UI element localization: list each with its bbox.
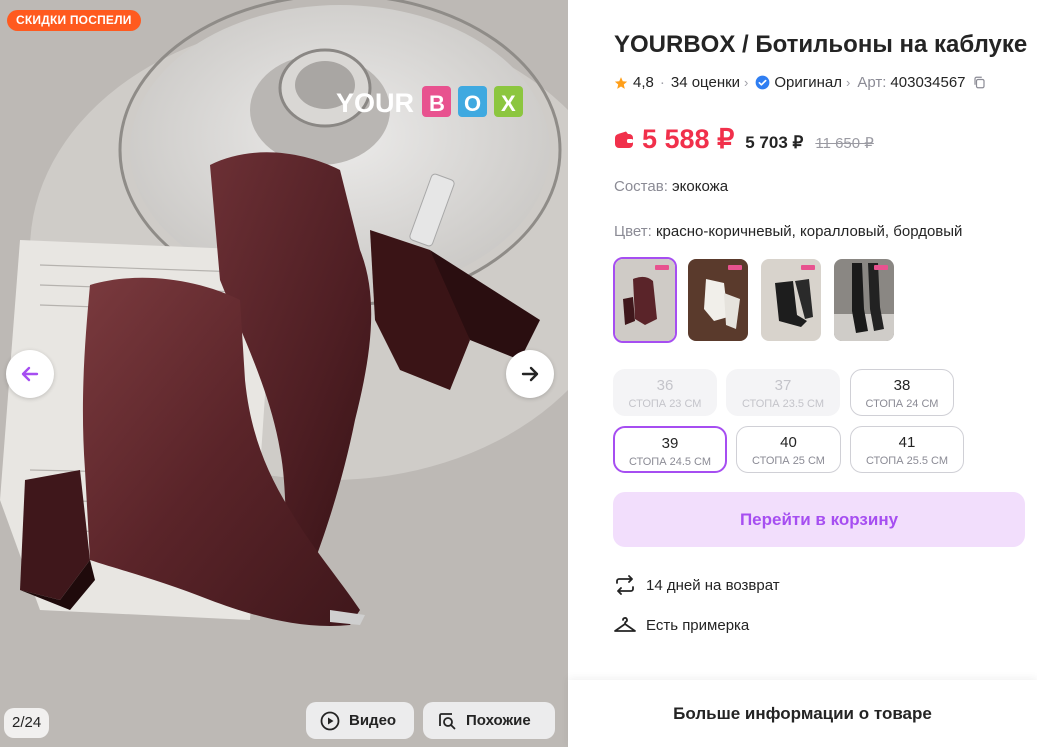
product-title: YOURBOX / Ботильоны на каблуке (614, 31, 1028, 58)
svg-text:B: B (429, 91, 445, 116)
color-swatch-2[interactable] (686, 257, 750, 343)
prev-image-button[interactable] (6, 350, 54, 398)
foot-length: СТОПА 25 СМ (752, 455, 825, 467)
composition-row: Состав: экокожа (614, 178, 728, 195)
foot-length: СТОПА 23.5 СМ (741, 398, 825, 410)
color-label: Цвет: (614, 223, 652, 240)
color-swatches (613, 257, 896, 343)
verified-icon (755, 75, 770, 90)
reviews-link[interactable]: 34 оценки (671, 74, 740, 91)
similar-label: Похожие (466, 712, 531, 729)
size-number: 40 (780, 434, 797, 451)
product-gallery[interactable]: YOUR B O X СКИДКИ ПОСПЕЛИ 2/24 Видео Пох… (0, 0, 568, 747)
return-text: 14 дней на возврат (646, 576, 780, 594)
product-info: YOURBOX / Ботильоны на каблуке 4,8 · 34 … (568, 0, 1037, 680)
composition-value: экокожа (672, 178, 729, 195)
copy-icon[interactable] (972, 75, 987, 90)
price-row: 5 588 ₽ 5 703 ₽ 11 650 ₽ (614, 124, 874, 155)
chevron-right-icon: › (846, 75, 851, 90)
original-link[interactable]: Оригинал (774, 74, 842, 91)
image-counter: 2/24 (4, 708, 50, 738)
product-meta: 4,8 · 34 оценки › Оригинал › Арт: 403034… (614, 74, 987, 91)
product-photo: YOUR B O X (0, 0, 568, 747)
return-policy: 14 дней на возврат (613, 575, 780, 595)
size-option-37[interactable]: 37 СТОПА 23.5 СМ (726, 369, 840, 416)
arrow-left-icon (21, 366, 39, 382)
promo-badge[interactable]: СКИДКИ ПОСПЕЛИ (7, 10, 141, 31)
svg-text:O: O (464, 91, 481, 116)
price-without-wallet: 5 703 ₽ (745, 133, 804, 152)
star-icon (614, 76, 628, 90)
color-swatch-4[interactable] (832, 257, 896, 343)
size-option-41[interactable]: 41 СТОПА 25.5 СМ (850, 426, 964, 473)
hanger-icon (613, 615, 637, 635)
price-old: 11 650 ₽ (815, 135, 874, 152)
image-search-icon (437, 711, 457, 731)
composition-label: Состав: (614, 178, 668, 195)
size-option-40[interactable]: 40 СТОПА 25 СМ (736, 426, 841, 473)
wallet-icon (614, 131, 634, 149)
size-option-36[interactable]: 36 СТОПА 23 СМ (613, 369, 717, 416)
arrow-right-icon (521, 366, 539, 382)
size-option-38[interactable]: 38 СТОПА 24 СМ (850, 369, 954, 416)
video-label: Видео (349, 712, 397, 729)
color-row: Цвет: красно-коричневый, коралловый, бор… (614, 223, 962, 240)
return-arrows-icon (613, 575, 637, 595)
article-label: Арт: (857, 74, 887, 91)
size-option-39[interactable]: 39 СТОПА 24.5 СМ (613, 426, 727, 473)
svg-text:X: X (501, 91, 516, 116)
fitting-info: Есть примерка (613, 615, 749, 635)
foot-length: СТОПА 23 СМ (628, 398, 702, 410)
next-image-button[interactable] (506, 350, 554, 398)
fitting-text: Есть примерка (646, 616, 750, 634)
size-number: 38 (893, 377, 911, 394)
foot-length: СТОПА 24 СМ (865, 398, 939, 410)
rating-value: 4,8 (633, 74, 654, 91)
more-info-button[interactable]: Больше информации о товаре (568, 680, 1037, 747)
size-number: 36 (656, 377, 674, 394)
size-number: 41 (898, 434, 916, 451)
chevron-right-icon: › (744, 75, 749, 90)
color-value: красно-коричневый, коралловый, бордовый (655, 223, 963, 240)
go-to-cart-button[interactable]: Перейти в корзину (613, 492, 1025, 547)
play-icon (320, 711, 340, 731)
color-swatch-1[interactable] (613, 257, 677, 343)
price-current: 5 588 ₽ (642, 124, 735, 154)
foot-length: СТОПА 25.5 СМ (865, 455, 949, 467)
color-swatch-3[interactable] (759, 257, 823, 343)
article-number: 403034567 (890, 74, 966, 91)
separator-dot: · (659, 74, 665, 91)
watermark: YOUR (336, 88, 414, 118)
video-button[interactable]: Видео (306, 702, 414, 739)
size-number: 37 (774, 377, 792, 394)
size-number: 39 (661, 435, 679, 452)
similar-button[interactable]: Похожие (423, 702, 555, 739)
foot-length: СТОПА 24.5 СМ (628, 456, 712, 468)
